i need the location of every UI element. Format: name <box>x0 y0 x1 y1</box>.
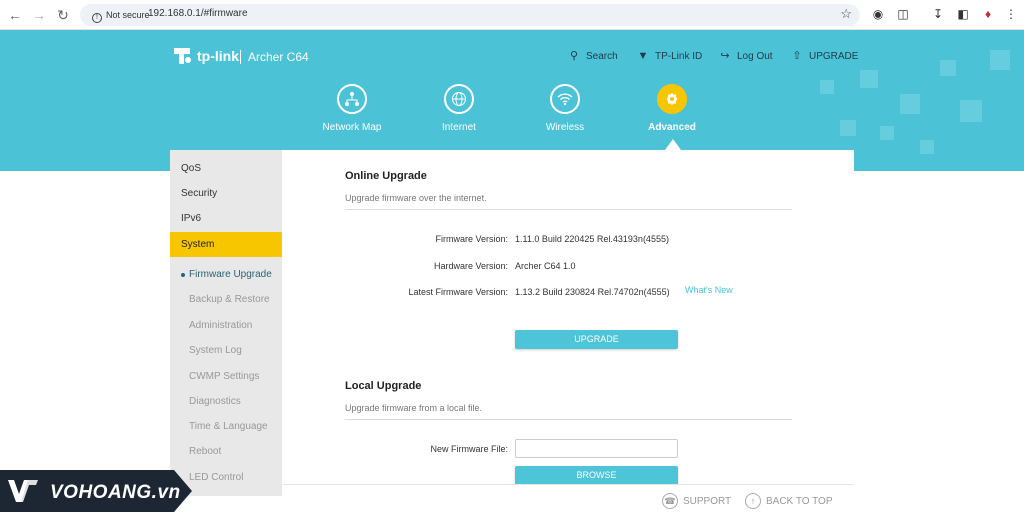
page-footer: ☎ SUPPORT ↑ BACK TO TOP <box>282 484 854 512</box>
upgrade-icon: ⇧ <box>792 50 802 62</box>
sidebar-sub-diagnostics[interactable]: Diagnostics <box>170 389 282 414</box>
brand-logo-text: tp-link <box>197 48 239 64</box>
security-label: Not secure <box>106 10 150 20</box>
decor-pixel <box>940 60 956 76</box>
nav-label: Network Map <box>322 122 382 133</box>
watermark-logo-icon <box>8 480 38 502</box>
decor-pixel <box>840 120 856 136</box>
upgrade-button[interactable]: UPGRADE <box>515 330 678 349</box>
menu-kebab-icon[interactable]: ⋮ <box>1003 6 1019 22</box>
side-panel-icon[interactable]: ◧ <box>955 6 971 22</box>
support-link[interactable]: ☎ SUPPORT <box>662 493 731 509</box>
bookmark-star-icon[interactable]: ☆ <box>840 6 852 22</box>
nav-wireless[interactable]: Wireless <box>525 84 605 133</box>
firmware-file-input[interactable] <box>515 439 678 458</box>
search-icon: ⚲ <box>569 50 579 62</box>
decor-pixel <box>820 80 834 94</box>
browser-toolbar: ← → ↻ ! Not secure 192.168.0.1/#firmware … <box>0 0 1024 30</box>
arrow-up-icon: ↑ <box>745 493 761 509</box>
logo-divider <box>240 50 241 64</box>
upgrade-link[interactable]: ⇧ UPGRADE <box>790 49 858 63</box>
sidebar-sub-cwmp-settings[interactable]: CWMP Settings <box>170 364 282 389</box>
headset-icon: ☎ <box>662 493 678 509</box>
sidebar-sub-firmware-upgrade[interactable]: Firmware Upgrade <box>170 262 282 287</box>
support-label: SUPPORT <box>683 495 732 507</box>
tplink-id-icon: ▼ <box>637 50 649 62</box>
decor-pixel <box>860 70 878 88</box>
logout-link[interactable]: ↪ Log Out <box>718 49 773 63</box>
watermark-text: VOHOANG.vn <box>50 482 181 503</box>
decor-pixel <box>990 50 1010 70</box>
tplink-id-label: TP-Link ID <box>655 50 703 62</box>
new-firmware-file-label: New Firmware File: <box>430 444 508 454</box>
hardware-version-value: Archer C64 1.0 <box>515 261 576 271</box>
section-divider <box>345 209 792 210</box>
nav-advanced[interactable]: Advanced <box>632 84 712 133</box>
sidebar-sub-backup-restore[interactable]: Backup & Restore <box>170 287 282 312</box>
firmware-version-value: 1.11.0 Build 220425 Rel.43193n(4555) <box>515 234 669 244</box>
upgrade-label: UPGRADE <box>809 50 859 62</box>
latest-firmware-value: 1.13.2 Build 230824 Rel.74702n(4555) <box>515 287 670 297</box>
gear-icon <box>657 84 687 114</box>
watermark-banner: VOHOANG.vn <box>0 470 192 512</box>
whats-new-link[interactable]: What's New <box>685 285 733 295</box>
extension-icon[interactable]: ◉ <box>870 6 886 22</box>
sidebar-item-security[interactable]: Security <box>170 181 282 206</box>
online-upgrade-description: Upgrade firmware over the internet. <box>345 193 487 203</box>
nav-label: Advanced <box>648 122 696 133</box>
url-text[interactable]: 192.168.0.1/#firmware <box>148 8 248 19</box>
sidebar-sub-time-language[interactable]: Time & Language <box>170 414 282 439</box>
firmware-content-panel: Online Upgrade Upgrade firmware over the… <box>282 150 854 512</box>
logout-icon: ↪ <box>720 50 730 62</box>
nav-label: Internet <box>442 122 476 133</box>
back-to-top-label: BACK TO TOP <box>766 495 833 507</box>
sidebar-sub-system-log[interactable]: System Log <box>170 338 282 363</box>
profile-avatar-icon[interactable]: ♦ <box>980 6 996 22</box>
tplink-logo-icon <box>174 48 191 64</box>
sidebar-item-system[interactable]: System <box>170 232 282 257</box>
sidebar-sub-administration[interactable]: Administration <box>170 313 282 338</box>
active-nav-caret <box>665 139 681 150</box>
address-bar[interactable]: ! Not secure 192.168.0.1/#firmware ☆ <box>80 4 860 26</box>
decor-pixel <box>900 94 920 114</box>
warning-icon: ! <box>92 13 102 23</box>
security-indicator[interactable]: ! Not secure <box>86 7 156 23</box>
online-upgrade-title: Online Upgrade <box>345 170 427 182</box>
nav-network-map[interactable]: Network Map <box>312 84 392 133</box>
decor-pixel <box>960 100 982 122</box>
local-upgrade-title: Local Upgrade <box>345 380 422 392</box>
browse-button[interactable]: BROWSE <box>515 466 678 485</box>
back-to-top-link[interactable]: ↑ BACK TO TOP <box>745 493 833 509</box>
download-icon[interactable]: ↧ <box>930 6 946 22</box>
reload-icon[interactable]: ↻ <box>54 6 72 24</box>
forward-arrow-icon[interactable]: → <box>30 6 48 24</box>
sidebar-sub-reboot[interactable]: Reboot <box>170 439 282 464</box>
sidebar-item-qos[interactable]: QoS <box>170 156 282 181</box>
wifi-icon <box>550 84 580 114</box>
back-arrow-icon[interactable]: ← <box>6 6 24 24</box>
globe-icon <box>444 84 474 114</box>
nav-label: Wireless <box>545 122 585 133</box>
decor-pixel <box>880 126 894 140</box>
local-upgrade-description: Upgrade firmware from a local file. <box>345 403 483 413</box>
section-divider <box>345 419 792 420</box>
puzzle-icon[interactable]: ◫ <box>895 6 911 22</box>
sidebar: QoS Security IPv6 System Firmware Upgrad… <box>170 150 282 496</box>
network-map-icon <box>337 84 367 114</box>
firmware-version-label: Firmware Version: <box>435 234 508 244</box>
tplink-id-link[interactable]: ▼ TP-Link ID <box>636 49 703 63</box>
hardware-version-label: Hardware Version: <box>433 261 508 271</box>
search-label: Search <box>586 50 618 62</box>
nav-internet[interactable]: Internet <box>419 84 499 133</box>
decor-pixel <box>920 140 934 154</box>
logout-label: Log Out <box>737 50 773 62</box>
search-link[interactable]: ⚲ Search <box>567 49 618 63</box>
model-name: Archer C64 <box>248 50 309 64</box>
sidebar-item-ipv6[interactable]: IPv6 <box>170 206 282 231</box>
latest-firmware-label: Latest Firmware Version: <box>408 287 508 297</box>
